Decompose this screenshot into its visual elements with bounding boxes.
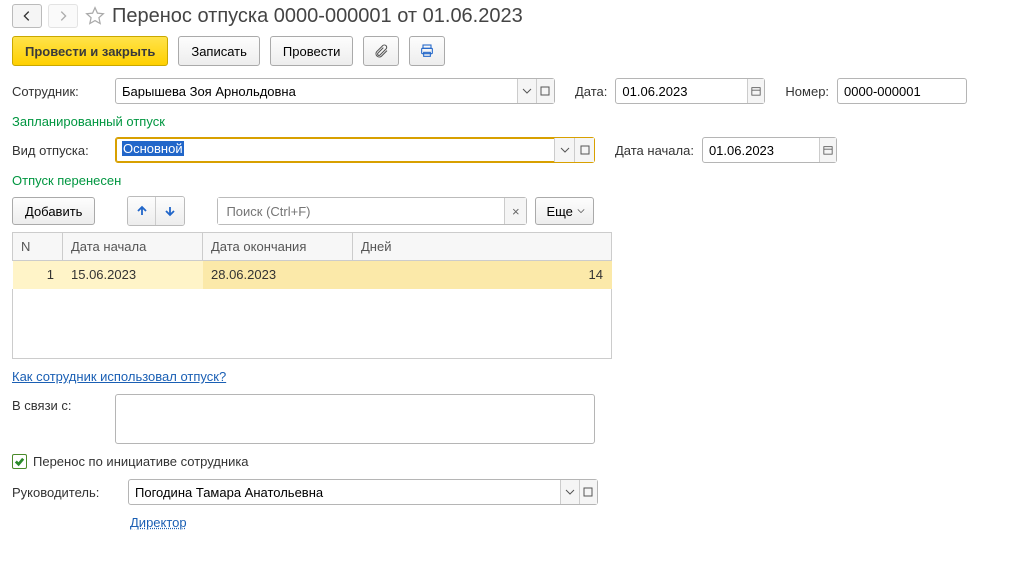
cell-end: 28.06.2023 bbox=[203, 261, 353, 289]
planned-section-title: Запланированный отпуск bbox=[12, 114, 1012, 129]
submit-button[interactable]: Провести bbox=[270, 36, 354, 66]
date-label: Дата: bbox=[575, 84, 607, 99]
table-search-input[interactable] bbox=[218, 198, 504, 224]
nav-back-button[interactable] bbox=[12, 4, 42, 28]
paperclip-icon bbox=[373, 43, 389, 59]
manager-input[interactable] bbox=[129, 480, 560, 504]
move-up-button[interactable] bbox=[128, 197, 156, 225]
number-input[interactable] bbox=[838, 79, 966, 103]
vacation-type-field[interactable]: Основной bbox=[115, 137, 595, 163]
table-search-clear-button[interactable]: × bbox=[504, 198, 526, 224]
date-field[interactable] bbox=[615, 78, 765, 104]
rescheduled-table: N Дата начала Дата окончания Дней 1 15.0… bbox=[12, 232, 612, 289]
rescheduled-section-title: Отпуск перенесен bbox=[12, 173, 1012, 188]
col-n: N bbox=[13, 233, 63, 261]
manager-label: Руководитель: bbox=[12, 485, 120, 500]
date-input[interactable] bbox=[616, 79, 746, 103]
employee-input[interactable] bbox=[116, 79, 517, 103]
employee-field[interactable] bbox=[115, 78, 555, 104]
save-button[interactable]: Записать bbox=[178, 36, 260, 66]
printer-icon bbox=[419, 43, 435, 59]
chevron-down-icon bbox=[560, 145, 570, 155]
number-label: Номер: bbox=[785, 84, 829, 99]
open-icon bbox=[580, 145, 590, 155]
date-calendar-button[interactable] bbox=[747, 79, 765, 103]
vacation-type-open-button[interactable] bbox=[574, 138, 594, 162]
chevron-down-icon bbox=[565, 487, 575, 497]
favorite-icon[interactable] bbox=[84, 5, 106, 27]
check-icon bbox=[14, 456, 25, 467]
more-button[interactable]: Еще bbox=[535, 197, 593, 225]
add-button[interactable]: Добавить bbox=[12, 197, 95, 225]
start-date-field[interactable] bbox=[702, 137, 837, 163]
open-icon bbox=[583, 487, 593, 497]
start-date-calendar-button[interactable] bbox=[819, 138, 836, 162]
open-icon bbox=[540, 86, 550, 96]
number-field[interactable] bbox=[837, 78, 967, 104]
table-row[interactable]: 1 15.06.2023 28.06.2023 14 bbox=[13, 261, 612, 289]
chevron-down-icon bbox=[522, 86, 532, 96]
vacation-type-value: Основной bbox=[122, 141, 184, 156]
print-button[interactable] bbox=[409, 36, 445, 66]
employee-open-button[interactable] bbox=[536, 79, 554, 103]
nav-forward-button[interactable] bbox=[48, 4, 78, 28]
calendar-icon bbox=[751, 86, 761, 96]
vacation-type-dropdown-button[interactable] bbox=[554, 138, 574, 162]
chevron-down-icon bbox=[577, 207, 585, 215]
col-end: Дата окончания bbox=[203, 233, 353, 261]
calendar-icon bbox=[823, 145, 833, 155]
arrow-down-icon bbox=[163, 204, 177, 218]
table-empty-area bbox=[12, 289, 612, 359]
vacation-type-label: Вид отпуска: bbox=[12, 143, 107, 158]
start-date-label: Дата начала: bbox=[615, 143, 694, 158]
page-title: Перенос отпуска 0000-000001 от 01.06.202… bbox=[112, 5, 523, 28]
reason-textarea[interactable] bbox=[115, 394, 595, 444]
close-icon: × bbox=[512, 204, 520, 219]
manager-open-button[interactable] bbox=[579, 480, 597, 504]
manager-field[interactable] bbox=[128, 479, 598, 505]
col-days: Дней bbox=[353, 233, 612, 261]
arrow-up-icon bbox=[135, 204, 149, 218]
attach-button[interactable] bbox=[363, 36, 399, 66]
table-search[interactable]: × bbox=[217, 197, 527, 225]
more-label: Еще bbox=[546, 204, 572, 219]
reorder-group bbox=[127, 196, 185, 226]
manager-position-link[interactable]: Директор bbox=[130, 515, 187, 530]
col-start: Дата начала bbox=[63, 233, 203, 261]
cell-days: 14 bbox=[353, 261, 612, 289]
cell-n: 1 bbox=[13, 261, 63, 289]
submit-close-button[interactable]: Провести и закрыть bbox=[12, 36, 168, 66]
cell-start: 15.06.2023 bbox=[63, 261, 203, 289]
employee-initiative-checkbox[interactable] bbox=[12, 454, 27, 469]
start-date-input[interactable] bbox=[703, 138, 819, 162]
employee-dropdown-button[interactable] bbox=[517, 79, 535, 103]
vacation-usage-link[interactable]: Как сотрудник использовал отпуск? bbox=[12, 369, 226, 384]
manager-dropdown-button[interactable] bbox=[560, 480, 578, 504]
employee-initiative-label: Перенос по инициативе сотрудника bbox=[33, 454, 249, 469]
reason-label: В связи с: bbox=[12, 394, 107, 413]
employee-label: Сотрудник: bbox=[12, 84, 107, 99]
move-down-button[interactable] bbox=[156, 197, 184, 225]
